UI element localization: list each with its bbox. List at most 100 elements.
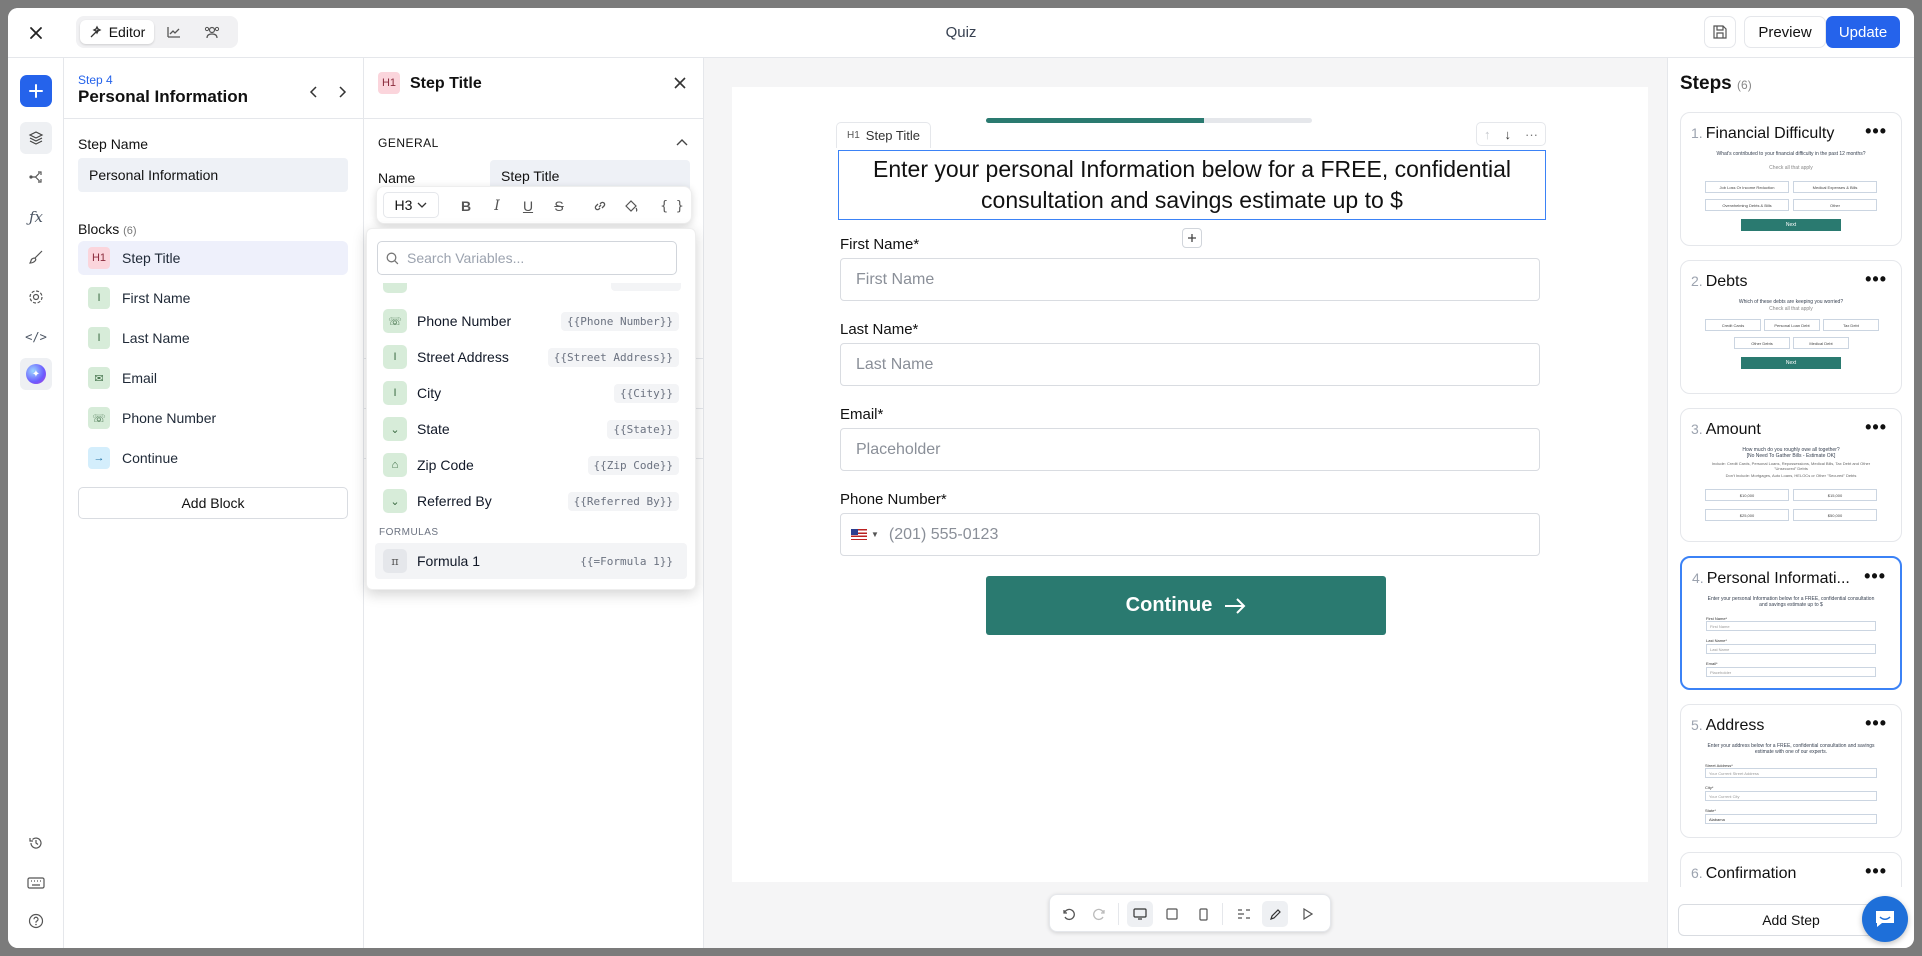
- email-label: Email*: [840, 406, 884, 423]
- brush-icon[interactable]: [20, 244, 52, 270]
- chevron-down-icon: [417, 202, 427, 208]
- chevron-left-icon[interactable]: [304, 82, 324, 102]
- step-card-3[interactable]: 3. Amount ••• How much do you roughly owe…: [1680, 408, 1902, 542]
- play-icon[interactable]: [1294, 901, 1320, 927]
- block-item-email[interactable]: ✉ Email: [78, 361, 348, 395]
- continue-label: Continue: [1125, 594, 1213, 616]
- tablet-view-icon[interactable]: [1159, 901, 1185, 927]
- block-settings-title: Step Title: [410, 75, 482, 92]
- block-settings-panel: H1 Step Title GENERAL Name Step Title H3…: [364, 58, 704, 948]
- add-below-icon[interactable]: [1182, 228, 1202, 248]
- variable-braces-icon[interactable]: { }: [659, 193, 685, 219]
- edit-mode-icon[interactable]: [1262, 901, 1288, 927]
- button-icon: →: [88, 447, 110, 469]
- code-icon[interactable]: </>: [20, 324, 52, 350]
- blocks-count: (6): [123, 225, 137, 237]
- thumb-option: Personal Loan Debt: [1764, 319, 1820, 331]
- underline-icon[interactable]: U: [515, 193, 541, 219]
- search-placeholder: Search Variables...: [407, 250, 525, 266]
- redo-icon[interactable]: [1087, 901, 1113, 927]
- variable-item-street-address[interactable]: I Street Address {{Street Address}}: [375, 339, 687, 375]
- bold-icon[interactable]: B: [453, 193, 479, 219]
- thumb-input: Placeholder: [1706, 667, 1876, 677]
- add-icon[interactable]: [20, 75, 52, 107]
- more-options-icon[interactable]: •••: [1864, 566, 1886, 587]
- variable-item-referred-by[interactable]: ⌄ Referred By {{Referred By}}: [375, 483, 687, 519]
- undo-icon[interactable]: [1055, 901, 1081, 927]
- step-card-6[interactable]: 6. Confirmation •••: [1680, 852, 1902, 887]
- canvas: H1 Step Title ↑ ↓ ··· Enter your persona…: [704, 58, 1667, 948]
- help-icon[interactable]: [20, 908, 52, 934]
- preview-button[interactable]: Preview: [1744, 16, 1826, 48]
- divider: [64, 118, 364, 119]
- settings-icon[interactable]: [20, 284, 52, 310]
- email-input[interactable]: Placeholder: [840, 428, 1540, 471]
- history-icon[interactable]: [20, 830, 52, 856]
- block-item-first-name[interactable]: I First Name: [78, 281, 348, 315]
- strikethrough-icon[interactable]: S: [546, 193, 572, 219]
- thumb-sub: Check all that apply: [1769, 306, 1813, 312]
- variable-item-formula-1[interactable]: π Formula 1 {{=Formula 1}}: [375, 543, 687, 579]
- h1-icon: H1: [88, 247, 110, 269]
- block-item-last-name[interactable]: I Last Name: [78, 321, 348, 355]
- link-icon[interactable]: [587, 193, 613, 219]
- variable-item-zip-code[interactable]: ⌂ Zip Code {{Zip Code}}: [375, 447, 687, 483]
- more-options-icon[interactable]: •••: [1865, 861, 1887, 882]
- ai-assistant-icon[interactable]: ✦: [20, 358, 52, 390]
- chevron-right-icon[interactable]: [332, 82, 352, 102]
- variable-item-phone-number[interactable]: ☏ Phone Number {{Phone Number}}: [375, 303, 687, 339]
- variable-item-city[interactable]: I City {{City}}: [375, 375, 687, 411]
- paint-bucket-icon[interactable]: [618, 193, 644, 219]
- mobile-view-icon[interactable]: [1190, 901, 1216, 927]
- step-name-input[interactable]: Personal Information: [78, 158, 348, 192]
- step-card-5[interactable]: 5. Address ••• Enter your address below f…: [1680, 704, 1902, 838]
- h1-icon: H1: [847, 130, 860, 141]
- heading-level-select[interactable]: H3: [383, 192, 439, 218]
- block-label: Phone Number: [122, 410, 217, 426]
- scrolled-item-edge: [375, 283, 689, 297]
- text-input-icon: I: [383, 381, 407, 405]
- chevron-up-icon[interactable]: [674, 134, 690, 150]
- phone-input[interactable]: ▼ (201) 555-0123: [840, 513, 1540, 556]
- add-block-button[interactable]: Add Block: [78, 487, 348, 519]
- keyboard-icon[interactable]: [20, 870, 52, 896]
- variables-search-input[interactable]: Search Variables...: [377, 241, 677, 275]
- thumb-question: Which of these debts are keeping you wor…: [1738, 299, 1844, 305]
- desktop-view-icon[interactable]: [1127, 901, 1153, 927]
- move-up-icon[interactable]: ↑: [1484, 127, 1491, 142]
- country-chevron-icon[interactable]: ▼: [871, 530, 879, 539]
- step-card-4[interactable]: 4. Personal Informati... ••• Enter your p…: [1680, 556, 1902, 690]
- logic-icon[interactable]: [1231, 901, 1257, 927]
- update-button[interactable]: Update: [1826, 16, 1900, 48]
- branch-icon[interactable]: [20, 164, 52, 190]
- thumb-option: Medical Debt: [1793, 337, 1849, 349]
- step-heading[interactable]: Enter your personal Information below fo…: [838, 150, 1546, 220]
- save-button[interactable]: [1704, 16, 1736, 48]
- variable-item-state[interactable]: ⌄ State {{State}}: [375, 411, 687, 447]
- email-icon: ✉: [88, 367, 110, 389]
- block-item-phone-number[interactable]: ☏ Phone Number: [78, 401, 348, 435]
- more-options-icon[interactable]: •••: [1865, 269, 1887, 290]
- formula-icon[interactable]: ƒx: [20, 204, 52, 230]
- layers-icon[interactable]: [20, 122, 52, 154]
- close-panel-icon[interactable]: [670, 73, 690, 93]
- more-options-icon[interactable]: •••: [1865, 121, 1887, 142]
- pi-icon: π: [383, 549, 407, 573]
- step-card-1[interactable]: 1. Financial Difficulty ••• What's contri…: [1680, 112, 1902, 246]
- thumb-option: Medical Expenses & Bills: [1793, 181, 1877, 193]
- us-flag-icon[interactable]: [851, 529, 867, 540]
- divider: [1222, 903, 1223, 925]
- step-card-2[interactable]: 2. Debts ••• Which of these debts are kee…: [1680, 260, 1902, 394]
- steps-heading: Steps (6): [1680, 73, 1752, 95]
- first-name-input[interactable]: First Name: [840, 258, 1540, 301]
- continue-button[interactable]: Continue: [986, 576, 1386, 635]
- more-options-icon[interactable]: •••: [1865, 713, 1887, 734]
- more-icon[interactable]: ···: [1525, 127, 1538, 142]
- italic-icon[interactable]: I: [484, 193, 510, 219]
- block-item-step-title[interactable]: H1 Step Title: [78, 241, 348, 275]
- more-options-icon[interactable]: •••: [1865, 417, 1887, 438]
- last-name-input[interactable]: Last Name: [840, 343, 1540, 386]
- block-item-continue[interactable]: → Continue: [78, 441, 348, 475]
- chat-support-button[interactable]: [1862, 896, 1908, 942]
- move-down-icon[interactable]: ↓: [1505, 127, 1512, 142]
